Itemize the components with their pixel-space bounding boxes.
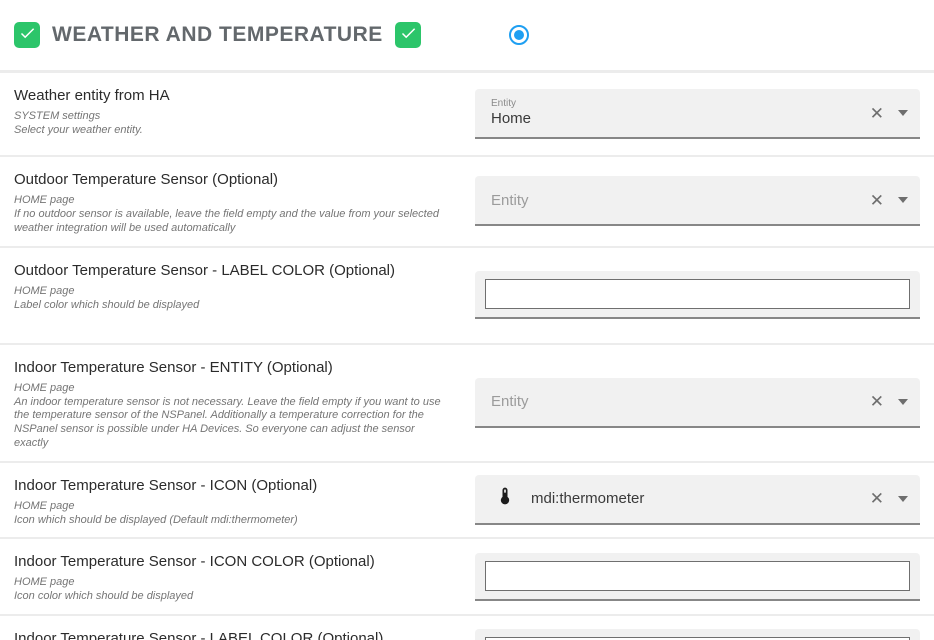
setting-row-weather-entity: Weather entity from HA SYSTEM settings S…	[0, 71, 934, 155]
check-icon	[399, 24, 417, 47]
setting-row-outdoor-label-color: Outdoor Temperature Sensor - LABEL COLOR…	[0, 246, 934, 343]
setting-row-indoor-label-color: Indoor Temperature Sensor - LABEL COLOR …	[0, 614, 934, 640]
select-value: mdi:thermometer	[531, 490, 644, 508]
select-placeholder: Entity	[491, 393, 862, 410]
section-title: WEATHER AND TEMPERATURE	[52, 23, 383, 47]
select-value: Home	[491, 110, 862, 128]
setting-title: Indoor Temperature Sensor - ENTITY (Opti…	[14, 355, 450, 376]
indoor-label-color-field	[475, 629, 920, 640]
outdoor-sensor-select[interactable]: Entity ✕	[475, 176, 920, 226]
check-icon	[18, 24, 36, 47]
setting-labels: Indoor Temperature Sensor - ICON COLOR (…	[0, 539, 458, 614]
setting-row-indoor-entity: Indoor Temperature Sensor - ENTITY (Opti…	[0, 343, 934, 461]
setting-title: Indoor Temperature Sensor - LABEL COLOR …	[14, 626, 450, 640]
indoor-icon-color-field	[475, 553, 920, 601]
setting-description: If no outdoor sensor is available, leave…	[14, 208, 450, 236]
setting-labels: Indoor Temperature Sensor - LABEL COLOR …	[0, 616, 458, 640]
setting-description: Icon color which should be displayed	[14, 590, 450, 604]
setting-description: Label color which should be displayed	[14, 299, 450, 313]
radio-dot-icon	[514, 30, 524, 40]
setting-context: HOME page	[14, 382, 450, 394]
setting-labels: Indoor Temperature Sensor - ICON (Option…	[0, 463, 458, 538]
chevron-down-icon[interactable]	[898, 197, 908, 203]
setting-context: SYSTEM settings	[14, 110, 450, 122]
setting-title: Weather entity from HA	[14, 83, 450, 104]
outdoor-label-color-field	[475, 271, 920, 319]
section-radio[interactable]	[509, 25, 529, 45]
setting-context: HOME page	[14, 285, 450, 297]
setting-labels: Outdoor Temperature Sensor - LABEL COLOR…	[0, 248, 458, 323]
setting-description: An indoor temperature sensor is not nece…	[14, 396, 450, 451]
chevron-down-icon[interactable]	[898, 110, 908, 116]
indoor-icon-select[interactable]: mdi:thermometer ✕	[475, 475, 920, 525]
weather-settings-page: WEATHER AND TEMPERATURE Weather entity f…	[0, 0, 934, 640]
chevron-down-icon[interactable]	[898, 496, 908, 502]
weather-entity-select[interactable]: Entity Home ✕	[475, 89, 920, 139]
setting-context: HOME page	[14, 194, 450, 206]
outdoor-label-color-input[interactable]	[485, 279, 910, 309]
section-checkbox-left[interactable]	[14, 22, 40, 48]
section-header: WEATHER AND TEMPERATURE	[0, 0, 934, 71]
close-icon[interactable]: ✕	[870, 393, 884, 410]
indoor-icon-color-input[interactable]	[485, 561, 910, 591]
setting-title: Outdoor Temperature Sensor - LABEL COLOR…	[14, 258, 450, 279]
select-placeholder: Entity	[491, 192, 862, 209]
setting-row-indoor-icon-color: Indoor Temperature Sensor - ICON COLOR (…	[0, 537, 934, 614]
setting-row-outdoor-sensor: Outdoor Temperature Sensor (Optional) HO…	[0, 155, 934, 246]
setting-context: HOME page	[14, 500, 450, 512]
setting-title: Indoor Temperature Sensor - ICON (Option…	[14, 473, 450, 494]
setting-labels: Outdoor Temperature Sensor (Optional) HO…	[0, 157, 458, 246]
setting-labels: Indoor Temperature Sensor - ENTITY (Opti…	[0, 345, 458, 461]
setting-description: Select your weather entity.	[14, 124, 450, 138]
setting-description: Icon which should be displayed (Default …	[14, 514, 450, 528]
thermometer-icon	[495, 486, 515, 511]
setting-title: Indoor Temperature Sensor - ICON COLOR (…	[14, 549, 450, 570]
setting-context: HOME page	[14, 576, 450, 588]
close-icon[interactable]: ✕	[870, 490, 884, 507]
setting-row-indoor-icon: Indoor Temperature Sensor - ICON (Option…	[0, 461, 934, 538]
setting-title: Outdoor Temperature Sensor (Optional)	[14, 167, 450, 188]
indoor-entity-select[interactable]: Entity ✕	[475, 378, 920, 428]
chevron-down-icon[interactable]	[898, 399, 908, 405]
section-checkbox-right[interactable]	[395, 22, 421, 48]
setting-labels: Weather entity from HA SYSTEM settings S…	[0, 73, 458, 148]
close-icon[interactable]: ✕	[870, 192, 884, 209]
select-floating-label: Entity	[491, 98, 862, 110]
close-icon[interactable]: ✕	[870, 105, 884, 122]
